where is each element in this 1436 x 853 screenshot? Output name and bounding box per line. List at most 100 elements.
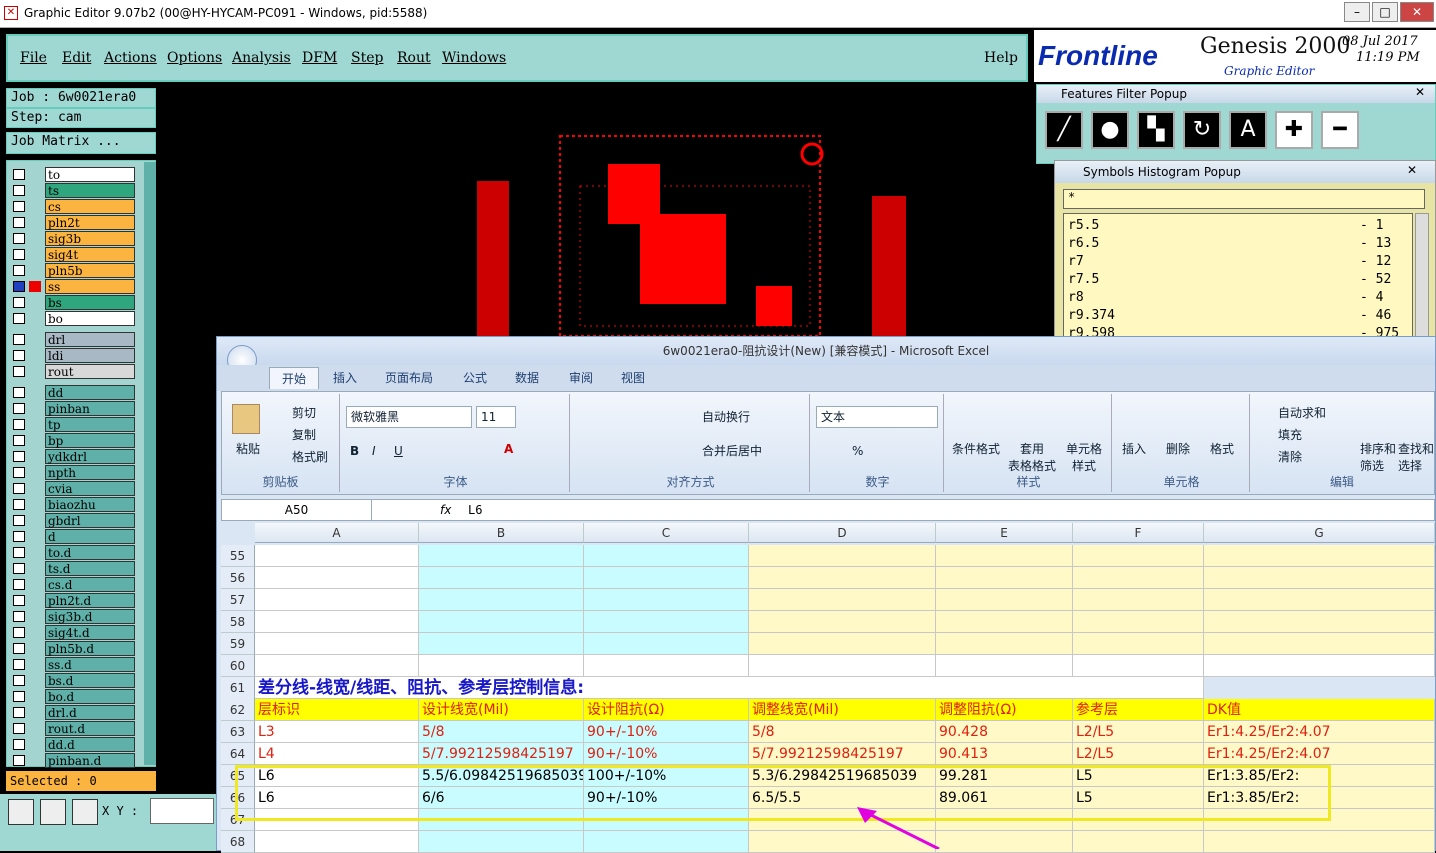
layer-row-to[interactable]: to: [9, 167, 137, 182]
layer-checkbox[interactable]: [13, 483, 25, 494]
table-cell[interactable]: 5/8: [419, 721, 584, 743]
layer-checkbox[interactable]: [13, 350, 25, 361]
layer-row-rout-d[interactable]: rout.d: [9, 721, 137, 736]
layer-row-bs-d[interactable]: bs.d: [9, 673, 137, 688]
paste-button[interactable]: 粘贴: [236, 440, 260, 457]
layer-row-drl-d[interactable]: drl.d: [9, 705, 137, 720]
menu-options[interactable]: Options: [167, 50, 222, 66]
name-box[interactable]: A50: [222, 500, 372, 520]
layer-name[interactable]: sig3b.d: [45, 609, 135, 624]
histogram-symbol[interactable]: r7.5: [1068, 272, 1099, 287]
layer-name[interactable]: cs: [45, 199, 135, 214]
histogram-symbol[interactable]: r6.5: [1068, 236, 1099, 251]
tab-page-layout[interactable]: 页面布局: [385, 369, 433, 386]
layer-row-gbdrl[interactable]: gbdrl: [9, 513, 137, 528]
row-header[interactable]: 60: [221, 655, 255, 677]
fx-icon[interactable]: fx: [440, 500, 451, 520]
table-cell[interactable]: [749, 655, 936, 677]
layer-name[interactable]: to.d: [45, 545, 135, 560]
layer-name[interactable]: drl: [45, 332, 135, 347]
layer-row-bp[interactable]: bp: [9, 433, 137, 448]
layer-name[interactable]: rout: [45, 364, 135, 379]
layer-name[interactable]: sig4t.d: [45, 625, 135, 640]
layer-name[interactable]: pln5b.d: [45, 641, 135, 656]
symbols-close-icon[interactable]: ✕: [1407, 163, 1417, 177]
menu-step[interactable]: Step: [351, 50, 383, 66]
layer-checkbox[interactable]: [13, 611, 25, 622]
tab-insert[interactable]: 插入: [333, 369, 357, 386]
menu-analysis[interactable]: Analysis: [232, 50, 291, 66]
underline-icon[interactable]: U: [394, 444, 403, 458]
layer-row-ts[interactable]: ts: [9, 183, 137, 198]
layer-name[interactable]: pln2t: [45, 215, 135, 230]
layer-checkbox[interactable]: [13, 334, 25, 345]
layer-name[interactable]: sig4t: [45, 247, 135, 262]
table-cell[interactable]: [1073, 545, 1204, 567]
zoom-icon[interactable]: [8, 799, 34, 825]
table-cell[interactable]: [584, 655, 749, 677]
layer-name[interactable]: ydkdrl: [45, 449, 135, 464]
table-cell[interactable]: [255, 633, 419, 655]
table-cell[interactable]: L2/L5: [1073, 721, 1204, 743]
table-header-cell[interactable]: 调整阻抗(Ω): [936, 699, 1073, 721]
table-cell[interactable]: [584, 831, 749, 853]
layer-checkbox[interactable]: [13, 281, 25, 292]
table-header-cell[interactable]: 参考层: [1073, 699, 1204, 721]
table-cell[interactable]: [255, 589, 419, 611]
layer-name[interactable]: cvia: [45, 481, 135, 496]
layer-name[interactable]: sig3b: [45, 231, 135, 246]
table-cell[interactable]: [936, 567, 1073, 589]
layer-checkbox[interactable]: [13, 217, 25, 228]
number-format-select[interactable]: 文本: [816, 406, 938, 428]
table-header-cell[interactable]: 设计线宽(Mil): [419, 699, 584, 721]
layer-name[interactable]: ldi: [45, 348, 135, 363]
layer-name[interactable]: gbdrl: [45, 513, 135, 528]
layer-name[interactable]: pln5b: [45, 263, 135, 278]
layer-name[interactable]: ts: [45, 183, 135, 198]
table-header-cell[interactable]: 层标识: [255, 699, 419, 721]
row-header[interactable]: 63: [221, 721, 255, 743]
font-size-select[interactable]: 11: [476, 406, 516, 428]
tab-home[interactable]: 开始: [269, 367, 320, 389]
menu-actions[interactable]: Actions: [104, 50, 157, 66]
table-cell[interactable]: [1204, 567, 1435, 589]
table-cell[interactable]: [936, 655, 1073, 677]
layer-row-sig3b[interactable]: sig3b: [9, 231, 137, 246]
histogram-symbol[interactable]: r5.5: [1068, 218, 1099, 233]
table-cell[interactable]: 5/7.99212598425197: [419, 743, 584, 765]
layer-checkbox[interactable]: [13, 403, 25, 414]
font-color-icon[interactable]: A: [504, 442, 513, 456]
table-cell[interactable]: 90.413: [936, 743, 1073, 765]
table-cell[interactable]: [584, 545, 749, 567]
row-header[interactable]: 59: [221, 633, 255, 655]
grid-icon[interactable]: [72, 799, 98, 825]
layer-checkbox[interactable]: [13, 723, 25, 734]
table-cell[interactable]: [584, 567, 749, 589]
delete-cells-button[interactable]: 删除: [1166, 440, 1190, 457]
layer-checkbox[interactable]: [13, 185, 25, 196]
tab-view[interactable]: 视图: [621, 369, 645, 386]
table-cell[interactable]: 5/8: [749, 721, 936, 743]
table-cell[interactable]: 90+/-10%: [584, 743, 749, 765]
symbols-scrollbar[interactable]: [1415, 213, 1429, 339]
layer-checkbox[interactable]: [13, 451, 25, 462]
menu-rout[interactable]: Rout: [397, 50, 431, 66]
table-cell[interactable]: [1073, 589, 1204, 611]
layer-row-bo[interactable]: bo: [9, 311, 137, 326]
table-cell[interactable]: [419, 611, 584, 633]
layer-scrollbar[interactable]: [144, 162, 156, 765]
layer-row-ydkdrl[interactable]: ydkdrl: [9, 449, 137, 464]
layer-name[interactable]: dd.d: [45, 737, 135, 752]
layer-checkbox[interactable]: [13, 547, 25, 558]
table-cell[interactable]: [1204, 633, 1435, 655]
layer-name[interactable]: bs.d: [45, 673, 135, 688]
layer-row-pln5b[interactable]: pln5b: [9, 263, 137, 278]
layer-row-pinban[interactable]: pinban: [9, 401, 137, 416]
table-cell[interactable]: [255, 567, 419, 589]
layer-row-drl[interactable]: drl: [9, 332, 137, 347]
layer-name[interactable]: drl.d: [45, 705, 135, 720]
layer-checkbox[interactable]: [13, 659, 25, 670]
tab-review[interactable]: 审阅: [569, 369, 593, 386]
layer-checkbox[interactable]: [13, 643, 25, 654]
table-cell[interactable]: [584, 611, 749, 633]
